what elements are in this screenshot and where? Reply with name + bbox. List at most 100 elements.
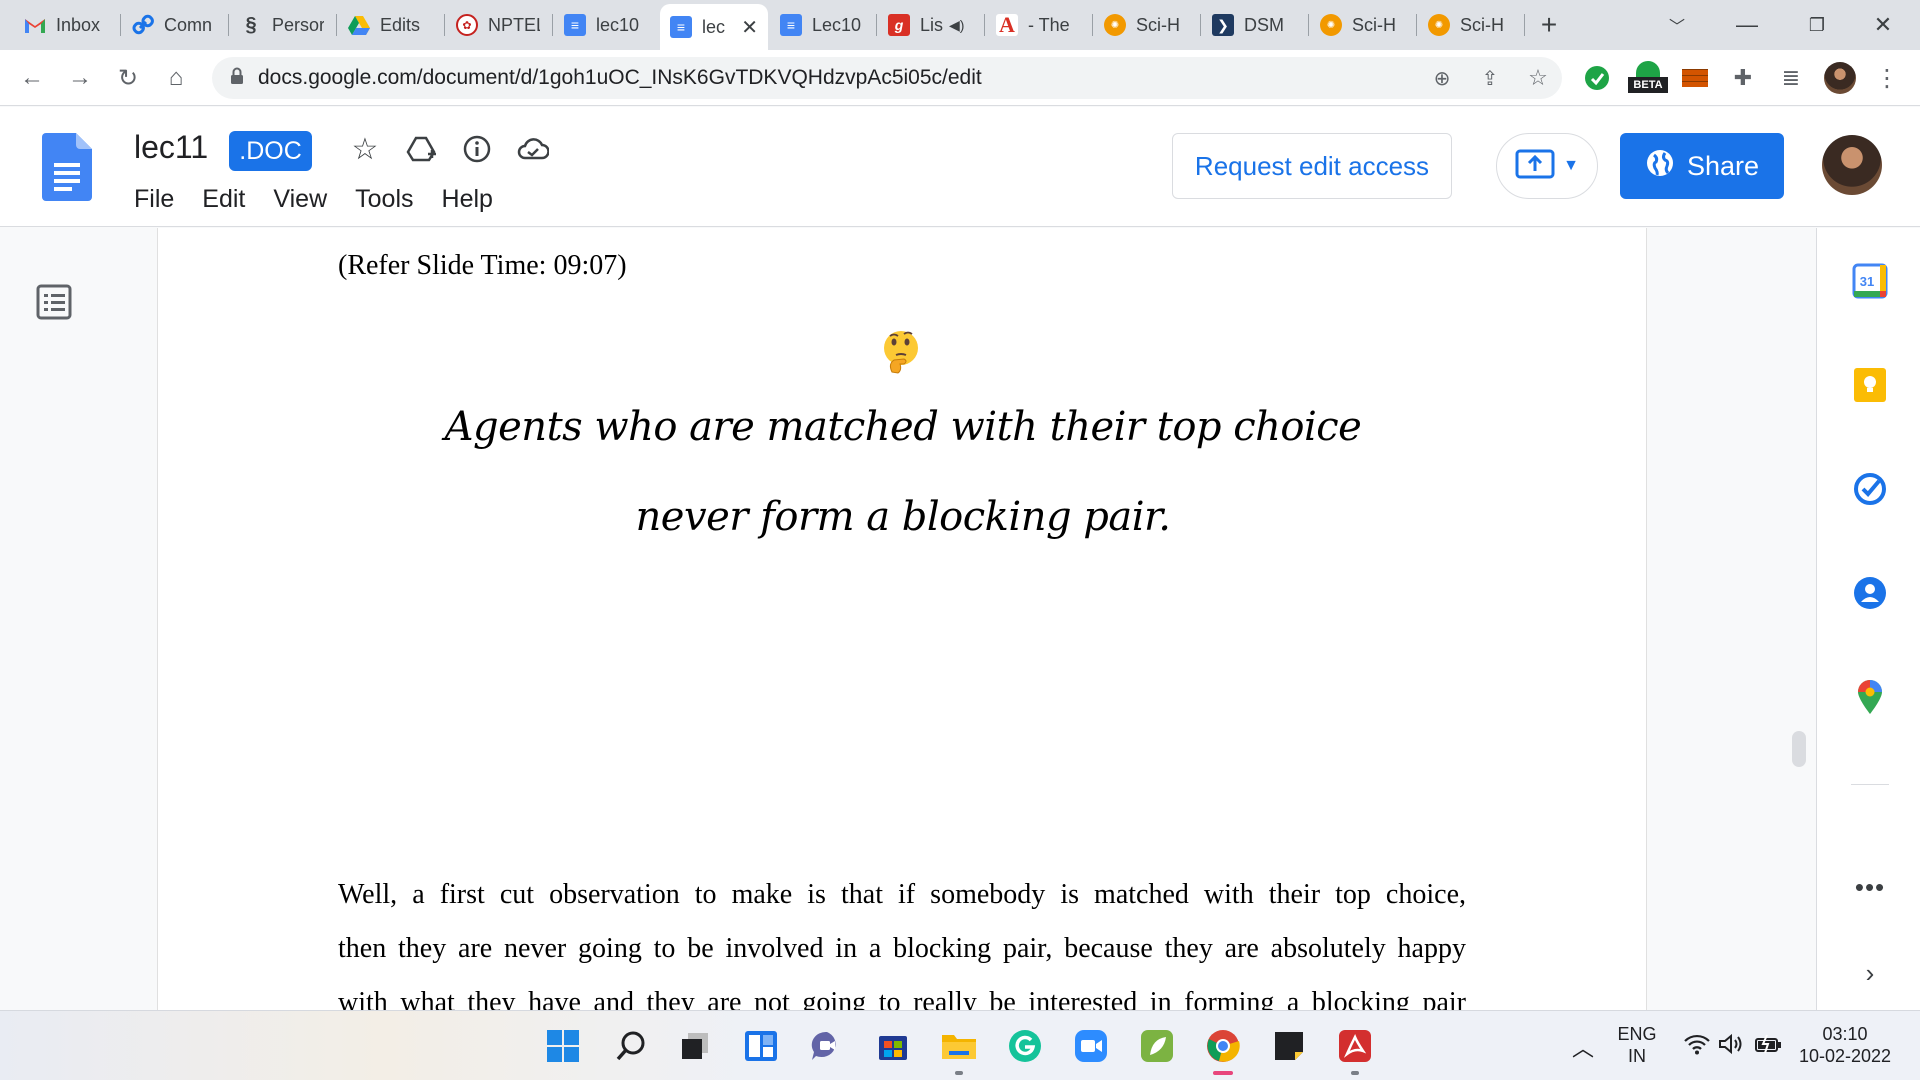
back-icon[interactable]: ← (14, 60, 50, 96)
clock[interactable]: 03:10 10-02-2022 (1790, 1023, 1900, 1067)
bookmark-star-icon[interactable]: ☆ (1522, 62, 1554, 94)
contacts-icon[interactable] (1851, 574, 1889, 612)
extension-beta-icon[interactable]: BETA (1628, 61, 1668, 95)
tab-the[interactable]: A - The (986, 6, 1090, 44)
info-icon[interactable] (458, 130, 496, 168)
address-bar[interactable]: docs.google.com/document/d/1goh1uOC_INsK… (212, 57, 1562, 99)
keep-icon[interactable] (1851, 366, 1889, 404)
home-icon[interactable]: ⌂ (158, 60, 194, 96)
tab-scihub-1[interactable]: ✺ Sci-H (1094, 6, 1198, 44)
zoom-icon[interactable]: ⊕ (1426, 62, 1458, 94)
share-button[interactable]: Share (1620, 133, 1784, 199)
minimize-icon[interactable]: — (1730, 8, 1764, 42)
tab-label: lec10 (596, 14, 640, 35)
widgets-icon[interactable] (742, 1027, 780, 1065)
present-dropdown-icon[interactable]: ▼ (1563, 157, 1579, 175)
tab-label: Sci-H (1460, 14, 1504, 35)
tab-lec10-b[interactable]: ≡ Lec10 (770, 6, 874, 44)
tab-inbox[interactable]: Inbox (14, 6, 118, 44)
teams-chat-icon[interactable] (808, 1027, 846, 1065)
wifi-icon[interactable] (1684, 1033, 1710, 1060)
tab-label: Sci-H (1136, 14, 1180, 35)
tab-nptel[interactable]: ✿ NPTEL (446, 6, 550, 44)
menu-edit[interactable]: Edit (188, 181, 259, 218)
forward-icon[interactable]: → (62, 60, 98, 96)
new-tab-button[interactable]: + (1532, 8, 1566, 42)
cloud-saved-icon[interactable] (514, 130, 552, 168)
active-app-indicator (1213, 1071, 1233, 1075)
tasks-icon[interactable] (1851, 470, 1889, 508)
menu-help[interactable]: Help (428, 181, 507, 218)
docs-logo-icon[interactable] (42, 133, 92, 201)
expand-panel-chevron-icon[interactable]: › (1851, 954, 1889, 992)
tab-label: NPTEL (488, 14, 540, 35)
request-edit-access-button[interactable]: Request edit access (1172, 133, 1452, 199)
docs-icon: ≡ (780, 14, 802, 36)
tab-lis[interactable]: g Lis ◀) (878, 6, 982, 44)
browser-menu-icon[interactable]: ⋮ (1870, 61, 1904, 95)
zoom-app-icon[interactable] (1072, 1027, 1110, 1065)
browser-profile-avatar[interactable] (1824, 62, 1856, 94)
chrome-icon[interactable] (1204, 1027, 1242, 1065)
calendar-icon[interactable]: 31 (1851, 262, 1889, 300)
region-code: IN (1628, 1046, 1646, 1066)
globe-icon (1645, 148, 1675, 185)
task-view-icon[interactable] (676, 1027, 714, 1065)
restore-icon[interactable]: ❐ (1800, 8, 1834, 42)
sticky-notes-icon[interactable] (1270, 1027, 1308, 1065)
microsoft-store-icon[interactable] (874, 1027, 912, 1065)
tray-chevron-up-icon[interactable]: ︿ (1572, 1031, 1594, 1063)
present-button[interactable]: ▼ (1496, 133, 1598, 199)
docs-icon: ≡ (564, 14, 586, 36)
clock-date: 10-02-2022 (1798, 1046, 1892, 1066)
battery-charging-icon[interactable] (1754, 1033, 1782, 1060)
media-queue-icon[interactable]: ≣ (1774, 61, 1808, 95)
input-language[interactable]: ENG IN (1614, 1023, 1660, 1067)
tab-lec-active[interactable]: ≡ lec ✕ (660, 4, 768, 50)
side-panel: 31 ••• › (1816, 228, 1920, 1010)
windows-start-icon[interactable] (544, 1027, 582, 1065)
tab-scihub-3[interactable]: ✺ Sci-H (1418, 6, 1522, 44)
tab-lec10[interactable]: ≡ lec10 (554, 6, 658, 44)
share-page-icon[interactable]: ⇪ (1474, 62, 1506, 94)
maps-icon[interactable] (1851, 678, 1889, 716)
grammarly-icon[interactable] (1006, 1027, 1044, 1065)
menu-tools[interactable]: Tools (341, 181, 427, 218)
extensions-puzzle-icon[interactable]: ✚ (1726, 61, 1760, 95)
document-page[interactable]: (Refer Slide Time: 09:07) Agents who are… (157, 228, 1647, 1018)
menu-file[interactable]: File (120, 181, 188, 218)
tab-close-icon[interactable]: ✕ (741, 15, 758, 40)
scihub-icon: ✺ (1104, 14, 1126, 36)
tab-label: Persor (272, 14, 324, 35)
tab-search-chevron-icon[interactable]: ﹀ (1660, 8, 1694, 42)
extension-brick-icon[interactable] (1678, 61, 1712, 95)
document-outline-icon[interactable] (36, 284, 72, 320)
file-explorer-icon[interactable] (940, 1027, 978, 1065)
green-leaf-app-icon[interactable] (1138, 1027, 1176, 1065)
tab-label: - The (1028, 14, 1070, 35)
dna-icon: § (245, 13, 257, 36)
handwritten-line-1: Agents who are matched with their top ch… (444, 404, 1362, 450)
more-icon[interactable]: ••• (1851, 868, 1889, 906)
audio-icon[interactable]: ◀) (949, 17, 964, 34)
menu-view[interactable]: View (259, 181, 341, 218)
extension-green-icon[interactable] (1580, 61, 1614, 95)
tab-edits[interactable]: Edits (338, 6, 442, 44)
tab-scihub-2[interactable]: ✺ Sci-H (1310, 6, 1414, 44)
tab-label: Inbox (56, 14, 101, 35)
close-window-icon[interactable]: ✕ (1866, 8, 1900, 42)
volume-icon[interactable] (1718, 1033, 1744, 1060)
account-avatar[interactable] (1822, 135, 1882, 195)
acrobat-reader-icon[interactable] (1336, 1027, 1374, 1065)
add-to-drive-icon[interactable] (402, 130, 440, 168)
arrow-icon: ❯ (1212, 14, 1234, 36)
tab-person[interactable]: § Persor (230, 6, 334, 44)
reload-icon[interactable]: ↻ (110, 60, 146, 96)
vertical-scrollbar-thumb[interactable] (1792, 731, 1806, 767)
star-icon[interactable]: ☆ (346, 130, 384, 168)
tab-dsm[interactable]: ❯ DSM (1202, 6, 1306, 44)
calendar-day: 31 (1860, 274, 1874, 289)
document-title[interactable]: lec11 (134, 129, 208, 166)
tab-comn[interactable]: Comn (122, 6, 226, 44)
search-icon[interactable] (612, 1027, 650, 1065)
